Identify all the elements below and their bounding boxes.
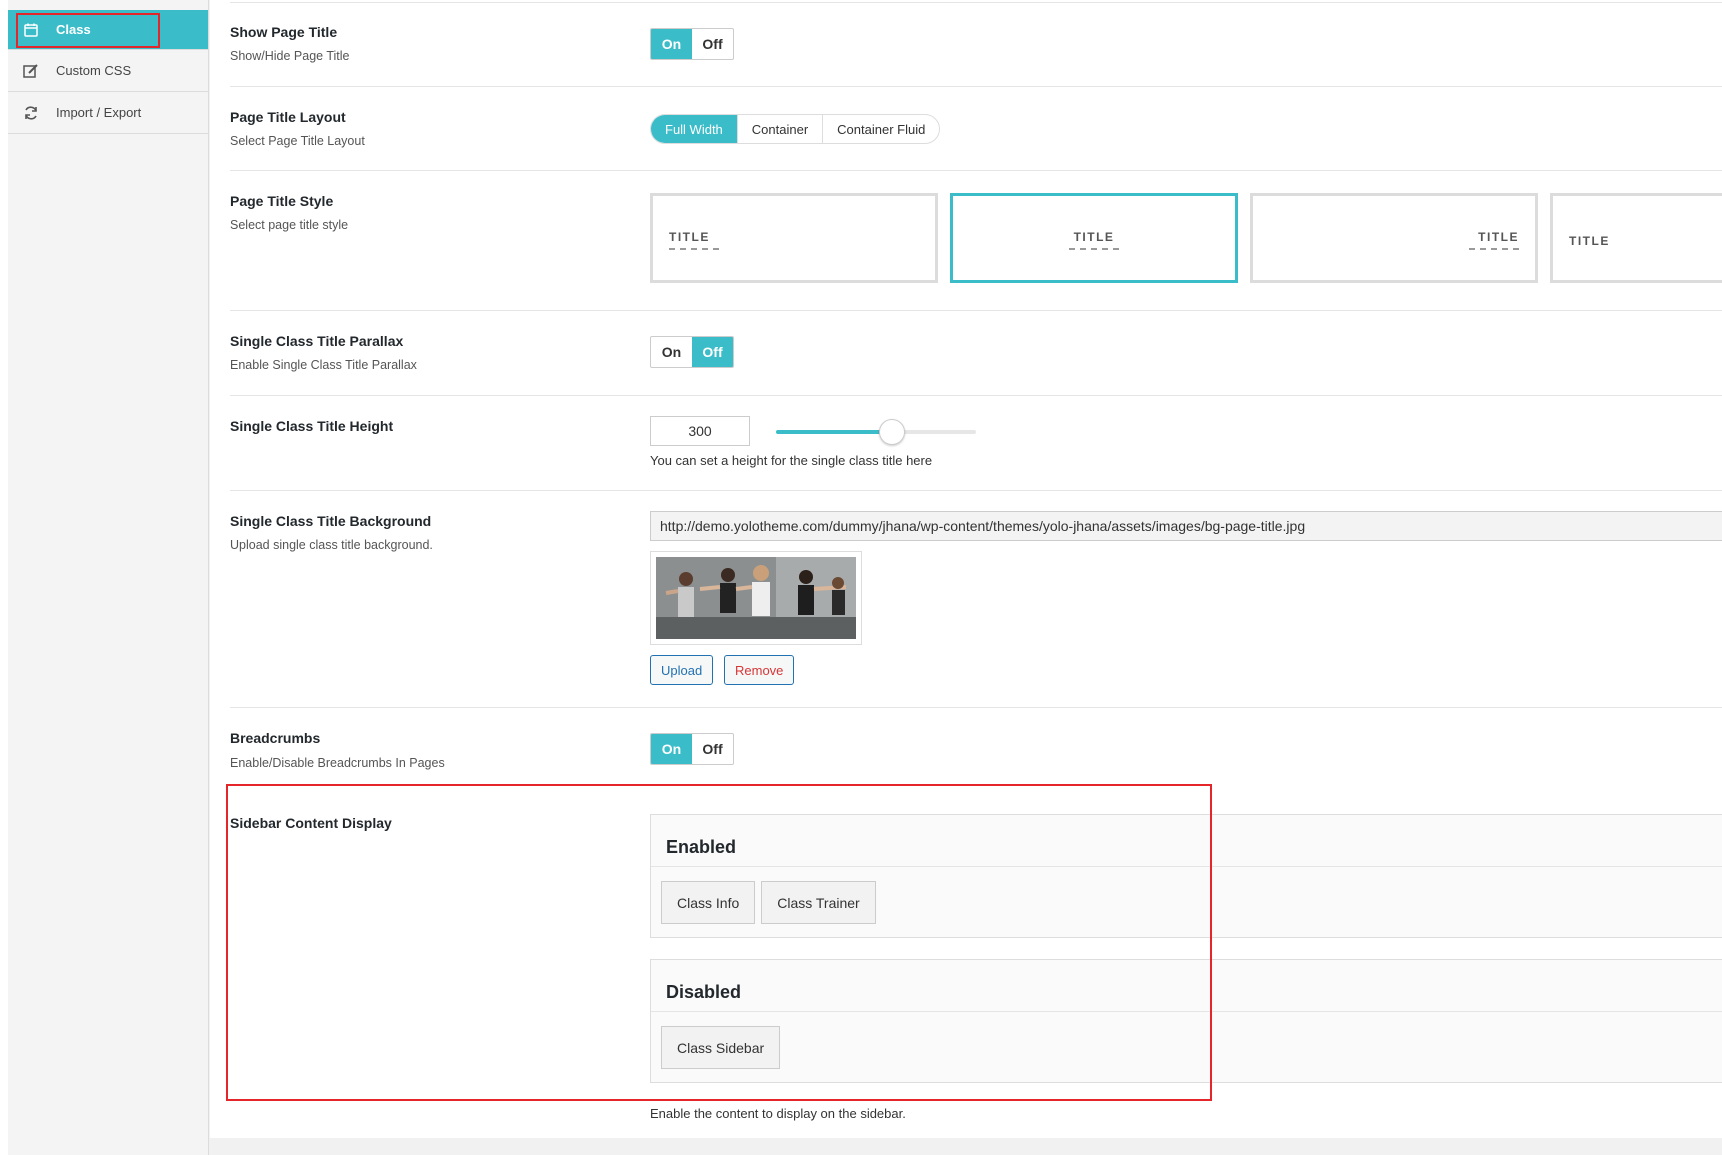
slider-handle[interactable]: [879, 419, 905, 445]
enabled-heading: Enabled: [651, 815, 1722, 867]
toggle-on-button[interactable]: On: [651, 734, 692, 764]
setting-title-background: Single Class Title Background Upload sin…: [230, 491, 1722, 708]
toggle-on-button[interactable]: On: [651, 29, 692, 59]
setting-label: Single Class Title Background: [230, 513, 432, 529]
sortable-item-class-info[interactable]: Class Info: [661, 881, 756, 924]
title-style-center[interactable]: TITLE: [950, 193, 1238, 283]
calendar-icon: [22, 21, 40, 39]
sidebar-item-label: Custom CSS: [56, 63, 132, 78]
breadcrumbs-toggle: On Off: [650, 733, 734, 765]
setting-label: Page Title Style: [230, 193, 334, 209]
remove-button[interactable]: Remove: [724, 655, 795, 685]
slider-fill: [776, 430, 892, 434]
setting-description: Enable/Disable Breadcrumbs In Pages: [230, 756, 445, 770]
layout-container-button[interactable]: Container: [738, 115, 824, 143]
setting-label: Single Class Title Height: [230, 418, 394, 434]
setting-label: Page Title Layout: [230, 109, 346, 125]
upload-button[interactable]: Upload: [650, 655, 714, 685]
parallax-toggle: On Off: [650, 336, 734, 368]
toggle-off-button[interactable]: Off: [692, 337, 733, 367]
sidebar-item-custom-css[interactable]: Custom CSS: [8, 50, 208, 92]
title-height-slider[interactable]: [776, 419, 976, 445]
options-panel: Show Page Title Show/Hide Page Title On …: [210, 0, 1722, 1140]
sidebar-item-class[interactable]: Class: [8, 10, 208, 50]
disabled-heading: Disabled: [651, 960, 1722, 1012]
sidebar-content-help: Enable the content to display on the sid…: [650, 1106, 906, 1121]
sidebar-item-label: Import / Export: [56, 105, 142, 120]
setting-show-page-title: Show Page Title Show/Hide Page Title On …: [230, 2, 1722, 87]
title-style-simple[interactable]: TITLE: [1550, 193, 1722, 283]
setting-description: Select page title style: [230, 218, 349, 232]
setting-page-title-style: Page Title Style Select page title style…: [230, 171, 1722, 311]
setting-title-parallax: Single Class Title Parallax Enable Singl…: [230, 311, 1722, 396]
enabled-list: Class Info Class Trainer: [651, 867, 1722, 934]
setting-description: Show/Hide Page Title: [230, 49, 350, 63]
setting-sidebar-content: Sidebar Content Display Enabled Class In…: [230, 788, 1722, 1138]
footer-bar: [210, 1138, 1722, 1155]
toggle-on-button[interactable]: On: [651, 337, 692, 367]
title-style-right[interactable]: TITLE: [1250, 193, 1538, 283]
sidebar-item-label: Class: [56, 22, 91, 37]
tile-title-text: TITLE: [1073, 230, 1115, 244]
layout-container-fluid-button[interactable]: Container Fluid: [823, 115, 939, 143]
setting-label: Single Class Title Parallax: [230, 333, 404, 349]
tile-underline: [1469, 248, 1519, 250]
title-style-left[interactable]: TITLE: [650, 193, 938, 283]
disabled-sorter: Disabled Class Sidebar: [650, 959, 1722, 1083]
refresh-icon: [22, 104, 40, 122]
background-preview: [650, 551, 862, 645]
toggle-off-button[interactable]: Off: [692, 734, 733, 764]
setting-breadcrumbs: Breadcrumbs Enable/Disable Breadcrumbs I…: [230, 708, 1722, 788]
background-url-input[interactable]: http://demo.yolotheme.com/dummy/jhana/wp…: [650, 511, 1722, 541]
layout-full-width-button[interactable]: Full Width: [651, 115, 738, 143]
title-height-help: You can set a height for the single clas…: [650, 453, 933, 468]
tile-underline: [669, 248, 719, 250]
sidebar-item-import-export[interactable]: Import / Export: [8, 92, 208, 134]
tile-title-text: TITLE: [669, 230, 710, 244]
background-thumbnail-image: [656, 557, 856, 639]
tile-title-text: TITLE: [1478, 230, 1519, 244]
sortable-item-class-trainer[interactable]: Class Trainer: [761, 881, 876, 924]
setting-label: Breadcrumbs: [230, 730, 321, 746]
setting-description: Enable Single Class Title Parallax: [230, 358, 417, 372]
setting-label: Sidebar Content Display: [230, 815, 392, 831]
enabled-sorter: Enabled Class Info Class Trainer: [650, 814, 1722, 938]
setting-title-height: Single Class Title Height 300 You can se…: [230, 396, 1722, 491]
setting-page-title-layout: Page Title Layout Select Page Title Layo…: [230, 87, 1722, 171]
options-sidebar: Class Custom CSS Import / Export: [8, 0, 209, 1155]
page-title-style-picker: TITLE TITLE TITLE TITLE: [650, 193, 1722, 285]
sortable-item-class-sidebar[interactable]: Class Sidebar: [661, 1026, 781, 1069]
setting-description: Upload single class title background.: [230, 538, 433, 552]
tile-title-text: TITLE: [1569, 234, 1610, 248]
edit-icon: [22, 62, 40, 80]
disabled-list: Class Sidebar: [651, 1012, 1722, 1079]
title-background-control: http://demo.yolotheme.com/dummy/jhana/wp…: [650, 511, 1722, 691]
page-title-layout-buttonset: Full Width Container Container Fluid: [650, 114, 941, 144]
tile-underline: [1069, 248, 1119, 250]
left-edge: [0, 0, 8, 1155]
show-page-title-toggle: On Off: [650, 28, 734, 60]
setting-label: Show Page Title: [230, 24, 338, 40]
title-height-control: 300: [650, 416, 1050, 446]
toggle-off-button[interactable]: Off: [692, 29, 733, 59]
title-height-input[interactable]: 300: [650, 416, 750, 446]
setting-description: Select Page Title Layout: [230, 134, 365, 148]
